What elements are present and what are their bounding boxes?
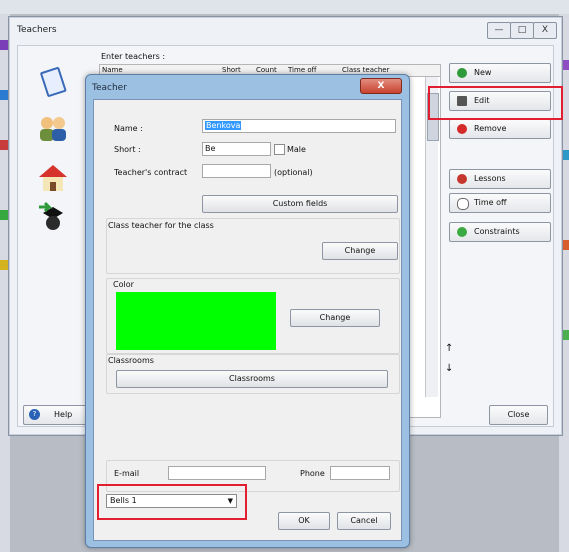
column-name[interactable]: Name: [102, 66, 123, 74]
move-up-arrow[interactable]: ↑: [445, 343, 453, 354]
users-icon: [40, 117, 66, 141]
color-label: Color: [113, 280, 134, 289]
bells-highlight-box: [97, 484, 247, 520]
column-class-teacher[interactable]: Class teacher: [342, 66, 389, 74]
help-icon: ?: [29, 409, 40, 420]
male-checkbox[interactable]: [274, 144, 285, 155]
phone-input[interactable]: [330, 466, 390, 480]
remove-label: Remove: [474, 124, 507, 133]
class-teacher-change-button[interactable]: Change: [322, 242, 398, 260]
cancel-button[interactable]: Cancel: [337, 512, 391, 530]
time-off-label: Time off: [474, 198, 507, 207]
minus-icon: [457, 124, 467, 134]
male-label: Male: [287, 145, 306, 154]
table-scrollbar[interactable]: [425, 77, 439, 397]
column-time-off[interactable]: Time off: [288, 66, 316, 74]
window-title: Teachers: [17, 25, 57, 35]
phone-label: Phone: [300, 469, 325, 478]
color-change-button[interactable]: Change: [290, 309, 380, 327]
remove-button[interactable]: Remove: [449, 119, 551, 139]
edit-highlight-box: [428, 86, 563, 120]
maximize-button[interactable]: □: [510, 22, 534, 39]
constraints-label: Constraints: [474, 227, 520, 236]
time-off-button[interactable]: Time off: [449, 193, 551, 213]
dialog-close-button[interactable]: X: [360, 78, 402, 94]
background-timetable-strip: [0, 0, 569, 14]
house-icon: [39, 165, 67, 191]
plus-icon: [457, 68, 467, 78]
email-input[interactable]: [168, 466, 266, 480]
constraints-icon: [457, 227, 467, 237]
clock-icon: [457, 198, 469, 210]
dialog-body: Name : Benkova Short : Be Male Teacher's…: [93, 99, 402, 541]
classrooms-label: Classrooms: [108, 356, 154, 365]
help-label: Help: [54, 410, 73, 419]
column-short[interactable]: Short: [222, 66, 241, 74]
short-label: Short :: [114, 145, 141, 154]
close-window-button[interactable]: X: [533, 22, 557, 39]
teacher-dialog: Teacher X Name : Benkova Short : Be Male…: [85, 74, 410, 548]
move-down-arrow[interactable]: ↓: [445, 363, 453, 374]
custom-fields-button[interactable]: Custom fields: [202, 195, 398, 213]
short-input[interactable]: Be: [202, 142, 271, 156]
constraints-button[interactable]: Constraints: [449, 222, 551, 242]
dialog-title: Teacher: [92, 83, 127, 93]
close-button[interactable]: Close: [489, 405, 548, 425]
new-button[interactable]: New: [449, 63, 551, 83]
optional-text: (optional): [274, 168, 313, 177]
classrooms-button[interactable]: Classrooms: [116, 370, 388, 388]
lessons-label: Lessons: [474, 174, 506, 183]
column-count[interactable]: Count: [256, 66, 277, 74]
enter-teachers-label: Enter teachers :: [101, 52, 166, 61]
lessons-icon: [457, 174, 467, 184]
name-input[interactable]: Benkova: [202, 119, 396, 133]
book-icon: [40, 67, 67, 97]
ok-button[interactable]: OK: [278, 512, 330, 530]
minimize-button[interactable]: —: [487, 22, 511, 39]
graduate-transfer-icon: [39, 201, 63, 230]
class-teacher-label: Class teacher for the class: [108, 221, 214, 230]
color-swatch[interactable]: [116, 292, 276, 350]
email-label: E-mail: [114, 469, 140, 478]
contract-input[interactable]: [202, 164, 271, 178]
name-value: Benkova: [205, 121, 242, 130]
lessons-button[interactable]: Lessons: [449, 169, 551, 189]
new-label: New: [474, 68, 492, 77]
name-label: Name :: [114, 124, 143, 133]
contract-label: Teacher's contract: [114, 168, 188, 177]
